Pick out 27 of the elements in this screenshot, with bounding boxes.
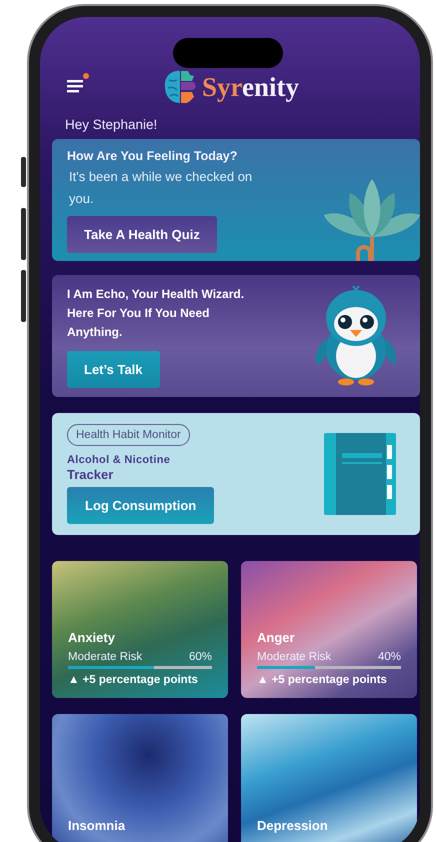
log-consumption-button[interactable]: Log Consumption bbox=[67, 487, 214, 524]
condition-card[interactable]: Anxiety Moderate Risk 60% ▲ +5 percentage points bbox=[52, 561, 228, 698]
talk-button[interactable]: Let’s Talk bbox=[67, 350, 160, 388]
card-text: It's been a while we checked on you. bbox=[69, 168, 254, 208]
greeting-text: Hey Stephanie! bbox=[65, 117, 158, 132]
change-text: ▲ +5 percentage points bbox=[257, 674, 388, 686]
condition-name: Anger bbox=[257, 630, 296, 645]
change-text: ▲ +5 percentage points bbox=[68, 674, 199, 686]
echo-message: I Am Echo, Your Health Wizard. Here For You If You Need Anything. bbox=[67, 286, 246, 341]
habit-monitor-tag: Health Habit Monitor bbox=[67, 424, 190, 446]
condition-card[interactable]: Insomnia bbox=[52, 714, 228, 842]
notebook-icon bbox=[324, 433, 396, 515]
risk-percent: 40% bbox=[378, 651, 401, 663]
risk-label: Moderate Risk bbox=[257, 651, 332, 663]
brand-name: Syrenity bbox=[202, 72, 300, 103]
condition-name: Anxiety bbox=[68, 630, 116, 645]
condition-name: Insomnia bbox=[68, 818, 126, 833]
condition-card[interactable]: Anger Moderate Risk 40% ▲ +5 percentage points bbox=[241, 561, 417, 698]
menu-icon bbox=[67, 78, 83, 93]
risk-label: Moderate Risk bbox=[68, 651, 142, 663]
condition-card[interactable]: Depression bbox=[241, 714, 417, 842]
card-title: How Are You Feeling Today? bbox=[67, 148, 238, 166]
tracker-title: Tracker bbox=[67, 467, 114, 482]
risk-percent: 60% bbox=[188, 651, 212, 663]
health-quiz-button[interactable]: Take A Health Quiz bbox=[67, 216, 217, 254]
condition-name: Depression bbox=[257, 818, 329, 833]
tracker-subtitle: Alcohol & Nicotine bbox=[67, 454, 170, 466]
